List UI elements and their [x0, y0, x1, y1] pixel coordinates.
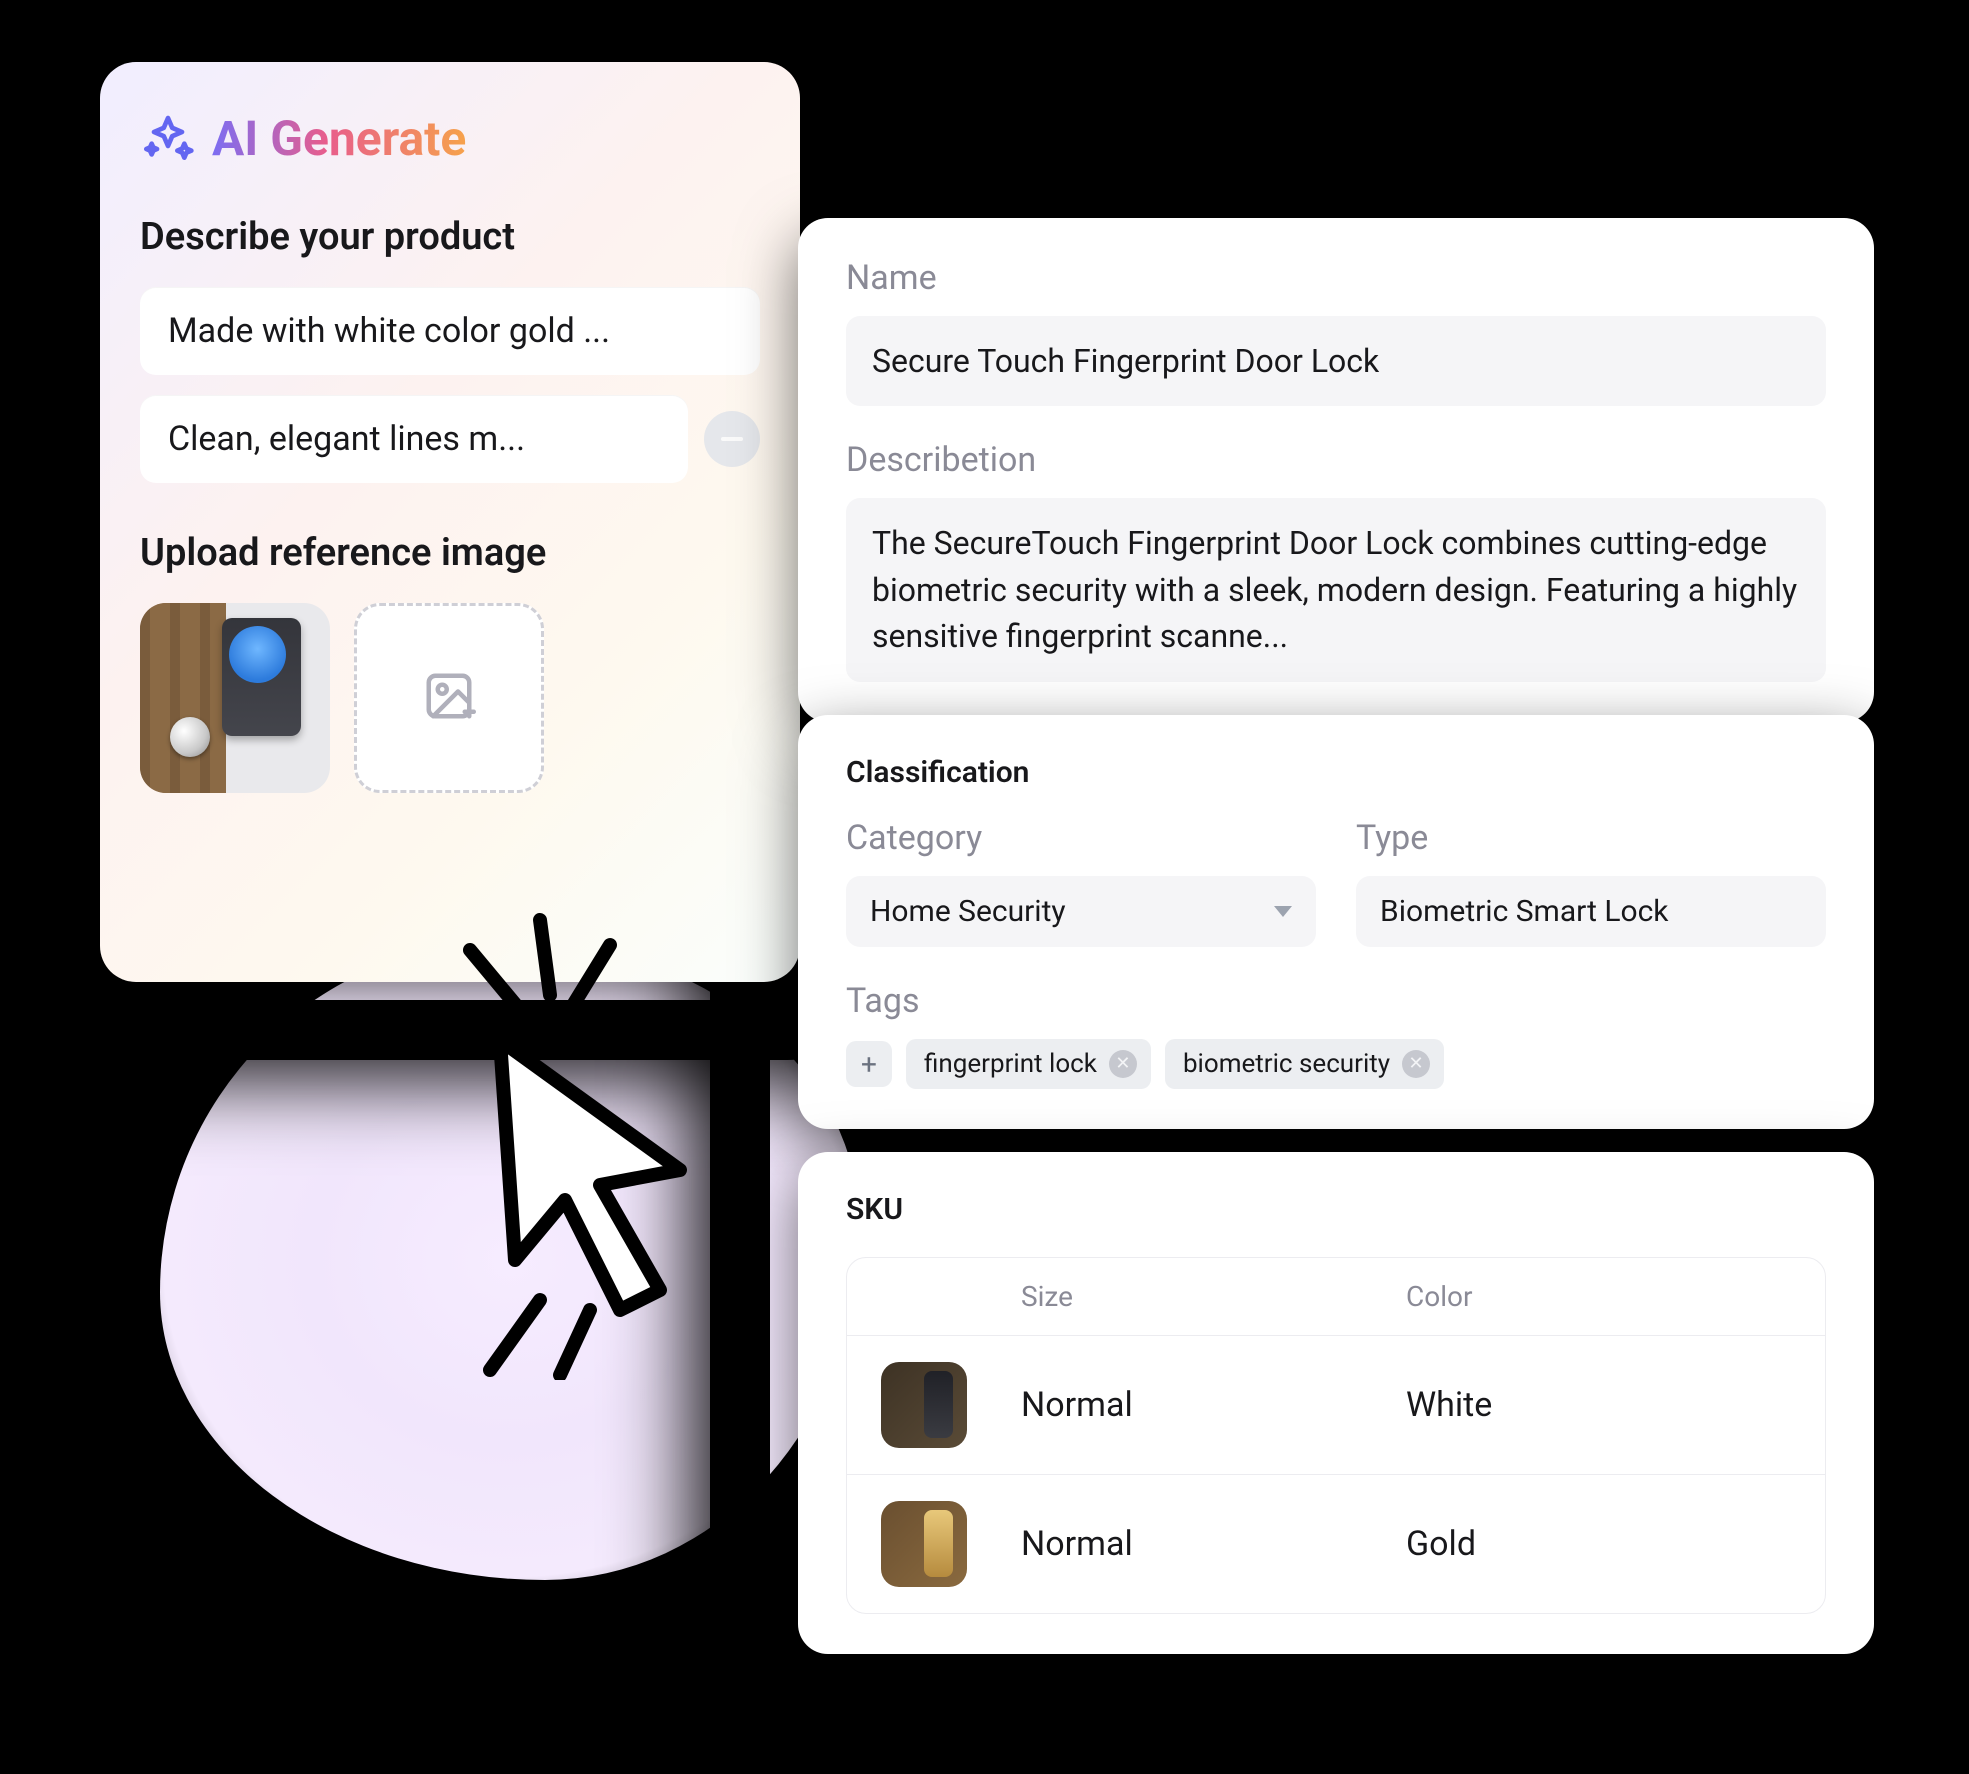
prompt-input-1[interactable]: Made with white color gold ...: [140, 287, 760, 375]
describe-label: Describe your product: [140, 215, 760, 259]
sku-thumb-2: [881, 1501, 967, 1587]
description-label: Describetion: [846, 440, 1826, 480]
sku-color-1: White: [1406, 1385, 1791, 1425]
lock-screen: [229, 626, 286, 683]
chevron-down-icon: [1274, 906, 1292, 917]
sparkle-icon: [140, 111, 196, 167]
ai-title: AI Generate: [212, 110, 466, 167]
sku-size-1: Normal: [1021, 1385, 1406, 1425]
thumbnails: [140, 603, 760, 793]
ai-generate-card: AI Generate Describe your product Made w…: [100, 62, 800, 982]
image-add-icon: [422, 669, 476, 727]
type-input[interactable]: Biometric Smart Lock: [1356, 876, 1826, 947]
sku-col-color: Color: [1406, 1280, 1791, 1313]
sku-table: Size Color Normal White Normal Gold: [846, 1257, 1826, 1614]
type-value: Biometric Smart Lock: [1380, 894, 1669, 929]
sku-header-row: Size Color: [847, 1258, 1825, 1336]
tag-1-label: fingerprint lock: [924, 1049, 1097, 1079]
tags-label: Tags: [846, 981, 1826, 1021]
sku-heading: SKU: [846, 1192, 1826, 1227]
remove-tag-icon[interactable]: ✕: [1109, 1050, 1137, 1078]
reference-image-1[interactable]: [140, 603, 330, 793]
door-lock-image: [140, 603, 330, 793]
sku-col-size: Size: [1021, 1280, 1406, 1313]
add-tag-button[interactable]: +: [846, 1041, 892, 1087]
prompt-row-2: Clean, elegant lines m...: [140, 395, 760, 483]
classification-card: Classification Category Home Security Ty…: [798, 715, 1874, 1129]
category-select[interactable]: Home Security: [846, 876, 1316, 947]
name-label: Name: [846, 258, 1826, 298]
tags-row: + fingerprint lock ✕ biometric security …: [846, 1039, 1826, 1089]
add-image-button[interactable]: [354, 603, 544, 793]
table-row[interactable]: Normal Gold: [847, 1475, 1825, 1613]
remove-prompt-button[interactable]: [704, 411, 760, 467]
background-blob: [160, 940, 860, 1580]
ai-header: AI Generate: [140, 110, 760, 167]
upload-label: Upload reference image: [140, 531, 760, 575]
tag-1[interactable]: fingerprint lock ✕: [906, 1039, 1151, 1089]
tag-2-label: biometric security: [1183, 1049, 1390, 1079]
details-card: Name Secure Touch Fingerprint Door Lock …: [798, 218, 1874, 722]
remove-tag-icon[interactable]: ✕: [1402, 1050, 1430, 1078]
sku-color-2: Gold: [1406, 1524, 1791, 1564]
table-row[interactable]: Normal White: [847, 1336, 1825, 1475]
description-input[interactable]: The SecureTouch Fingerprint Door Lock co…: [846, 498, 1826, 681]
sku-thumb-1: [881, 1362, 967, 1448]
classification-heading: Classification: [846, 755, 1826, 790]
type-label: Type: [1356, 818, 1826, 858]
sku-size-2: Normal: [1021, 1524, 1406, 1564]
prompt-input-2[interactable]: Clean, elegant lines m...: [140, 395, 688, 483]
tag-2[interactable]: biometric security ✕: [1165, 1039, 1444, 1089]
name-input[interactable]: Secure Touch Fingerprint Door Lock: [846, 316, 1826, 406]
category-value: Home Security: [870, 894, 1066, 929]
category-label: Category: [846, 818, 1316, 858]
sku-card: SKU Size Color Normal White Normal Gold: [798, 1152, 1874, 1654]
